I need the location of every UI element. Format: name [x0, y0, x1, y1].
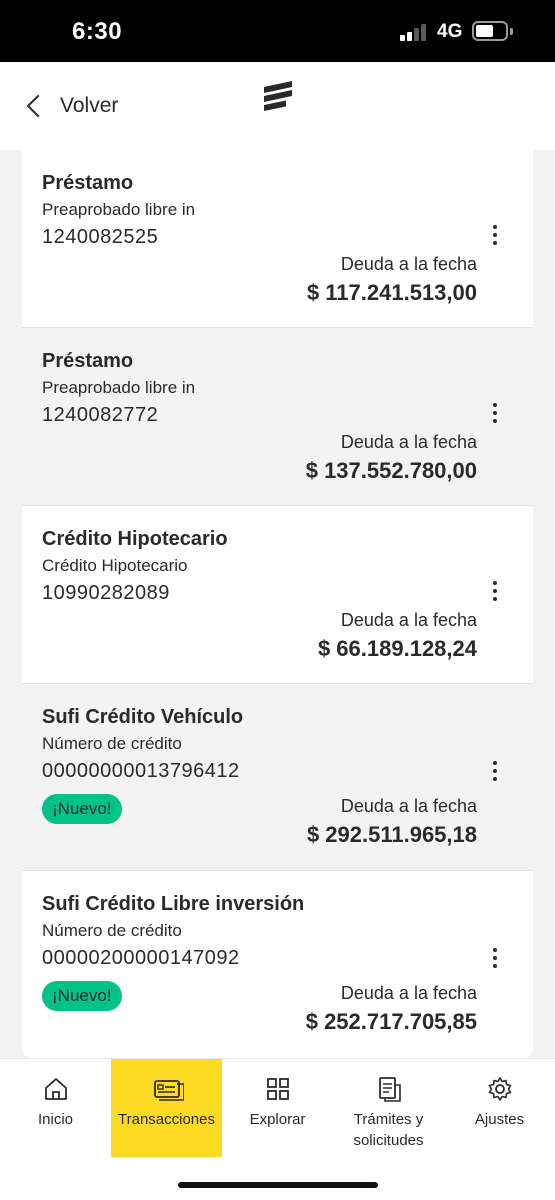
product-title: Sufi Crédito Vehículo	[42, 706, 244, 728]
nav-label: Trámites y solicitudes	[353, 1111, 424, 1149]
debt-label: Deuda a la fecha	[340, 796, 477, 816]
debt-amount: $ 252.717.705,85	[305, 1009, 477, 1034]
product-list: Préstamo Preaprobado libre in 1240082525…	[22, 150, 533, 1058]
product-card[interactable]: Sufi Crédito Vehículo Número de crédito …	[22, 684, 533, 871]
product-title: Sufi Crédito Libre inversión	[42, 893, 305, 915]
home-indicator	[178, 1182, 378, 1188]
back-button[interactable]: Volver	[20, 88, 130, 124]
product-subtitle: Preaprobado libre in	[42, 200, 196, 219]
more-options-icon[interactable]	[485, 222, 505, 248]
debt-label: Deuda a la fecha	[340, 610, 477, 630]
bancolombia-logo-icon	[264, 81, 292, 111]
nav-label: Transacciones	[118, 1111, 215, 1128]
product-subtitle: Número de crédito	[42, 921, 182, 940]
battery-tip	[510, 28, 513, 35]
product-card[interactable]: Préstamo Preaprobado libre in 1240082525…	[22, 150, 533, 328]
product-number: 1240082772	[42, 404, 159, 426]
home-icon	[44, 1078, 67, 1100]
status-time: 6:30	[72, 18, 123, 45]
product-number: 1240082525	[42, 226, 159, 248]
back-label: Volver	[60, 94, 119, 117]
nav-label: Inicio	[37, 1111, 74, 1128]
nav-label: Ajustes	[474, 1111, 525, 1128]
product-card[interactable]: Crédito Hipotecario Crédito Hipotecario …	[22, 506, 533, 684]
nav-item-ajustes[interactable]: Ajustes	[444, 1059, 555, 1157]
status-bar: 6:30 4G	[0, 0, 555, 62]
debt-amount: $ 137.552.780,00	[305, 458, 477, 483]
nav-item-transacciones[interactable]: Transacciones	[111, 1059, 222, 1157]
bottom-nav: Inicio Transacciones Explorar Trámites y…	[0, 1058, 555, 1200]
product-card[interactable]: Sufi Crédito Libre inversión Número de c…	[22, 871, 533, 1058]
battery-icon	[472, 21, 508, 41]
product-title: Crédito Hipotecario	[42, 528, 228, 550]
more-options-icon[interactable]	[485, 758, 505, 784]
product-subtitle: Preaprobado libre in	[42, 378, 196, 397]
product-number: 00000200000147092	[42, 947, 240, 969]
debt-label: Deuda a la fecha	[340, 983, 477, 1003]
more-options-icon[interactable]	[485, 945, 505, 971]
product-number: 00000000013796412	[42, 760, 240, 782]
signal-bars-icon	[400, 23, 430, 41]
nav-item-tramites[interactable]: Trámites y solicitudes	[333, 1059, 444, 1157]
product-title: Préstamo	[42, 172, 134, 194]
chevron-left-icon	[26, 94, 50, 118]
product-card[interactable]: Préstamo Preaprobado libre in 1240082772…	[22, 328, 533, 506]
product-number: 10990282089	[42, 582, 170, 604]
nav-item-explorar[interactable]: Explorar	[222, 1059, 333, 1157]
grid-icon	[266, 1078, 289, 1100]
debt-amount: $ 292.511.965,18	[306, 822, 477, 847]
product-title: Préstamo	[42, 350, 134, 372]
product-subtitle: Número de crédito	[42, 734, 182, 753]
gear-icon	[488, 1077, 511, 1101]
nav-item-inicio[interactable]: Inicio	[0, 1059, 111, 1157]
transactions-card-icon	[153, 1080, 184, 1101]
more-options-icon[interactable]	[485, 400, 505, 426]
network-label: 4G	[437, 21, 463, 42]
product-subtitle: Crédito Hipotecario	[42, 556, 188, 575]
debt-label: Deuda a la fecha	[340, 432, 477, 452]
new-badge: ¡Nuevo!	[42, 794, 122, 824]
nav-label: Explorar	[249, 1111, 306, 1128]
debt-label: Deuda a la fecha	[340, 254, 477, 274]
debt-amount: $ 117.241.513,00	[306, 280, 477, 305]
header: Volver	[0, 62, 555, 150]
more-options-icon[interactable]	[485, 578, 505, 604]
new-badge: ¡Nuevo!	[42, 981, 122, 1011]
documents-icon	[378, 1077, 401, 1102]
debt-amount: $ 66.189.128,24	[317, 636, 477, 661]
